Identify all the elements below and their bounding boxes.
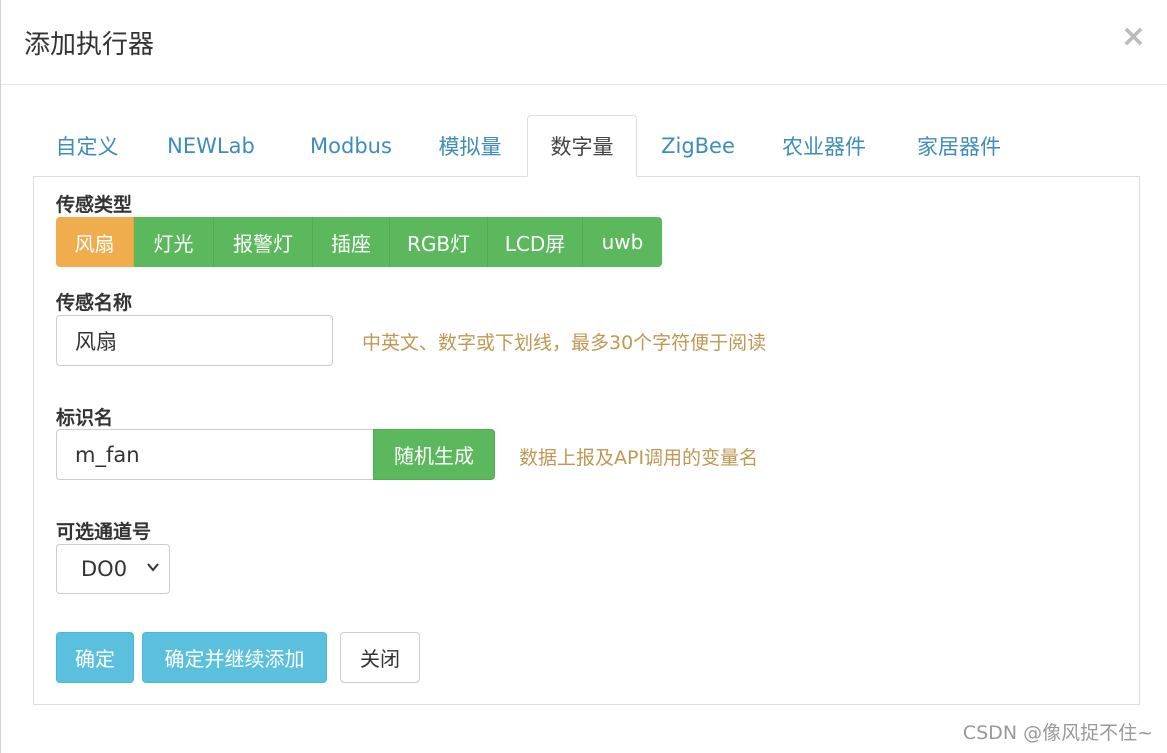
add-actuator-dialog: 添加执行器 × 自定义 NEWLab Modbus 模拟量 数字量 ZigBee… (0, 0, 1167, 753)
sensor-type-socket[interactable]: 插座 (313, 217, 390, 267)
tab-newlab[interactable]: NEWLab (151, 115, 271, 177)
sensor-type-label: 传感类型 (56, 194, 133, 216)
identifier-hint: 数据上报及API调用的变量名 (519, 447, 759, 469)
sensor-name-hint: 中英文、数字或下划线，最多30个字符便于阅读 (362, 332, 767, 354)
close-icon[interactable]: × (1121, 22, 1146, 52)
tab-analog[interactable]: 模拟量 (425, 115, 515, 177)
random-generate-button[interactable]: 随机生成 (373, 429, 495, 480)
tab-zigbee[interactable]: ZigBee (647, 115, 749, 177)
channel-selected-value: DO0 (81, 557, 128, 581)
tab-agriculture-devices[interactable]: 农业器件 (769, 115, 879, 177)
sensor-name-input[interactable]: 风扇 (56, 315, 333, 366)
sensor-type-lcd-screen[interactable]: LCD屏 (488, 217, 583, 267)
identifier-input[interactable]: m_fan (56, 429, 374, 480)
close-button[interactable]: 关闭 (340, 632, 420, 683)
chevron-down-icon (147, 563, 159, 572)
tab-custom[interactable]: 自定义 (41, 115, 133, 177)
sensor-type-fan[interactable]: 风扇 (56, 217, 134, 267)
watermark: CSDN @像风捉不住~ (962, 722, 1153, 744)
identifier-label: 标识名 (56, 407, 114, 429)
confirm-and-continue-button[interactable]: 确定并继续添加 (142, 632, 327, 683)
sensor-name-label: 传感名称 (56, 292, 133, 314)
tab-modbus[interactable]: Modbus (291, 115, 411, 177)
sensor-type-uwb[interactable]: uwb (583, 217, 662, 267)
sensor-type-rgb-light[interactable]: RGB灯 (390, 217, 488, 267)
tab-home-devices[interactable]: 家居器件 (903, 115, 1015, 177)
dialog-title: 添加执行器 (24, 30, 155, 60)
sensor-type-button-group: 风扇 灯光 报警灯 插座 RGB灯 LCD屏 uwb (56, 217, 662, 267)
dialog-header: 添加执行器 × (1, 0, 1167, 85)
channel-label: 可选通道号 (56, 521, 152, 543)
confirm-button[interactable]: 确定 (56, 632, 134, 683)
channel-select[interactable]: DO0 (56, 544, 170, 594)
sensor-type-light[interactable]: 灯光 (134, 217, 214, 267)
tab-digital[interactable]: 数字量 (527, 115, 637, 177)
sensor-type-alarm-light[interactable]: 报警灯 (214, 217, 313, 267)
